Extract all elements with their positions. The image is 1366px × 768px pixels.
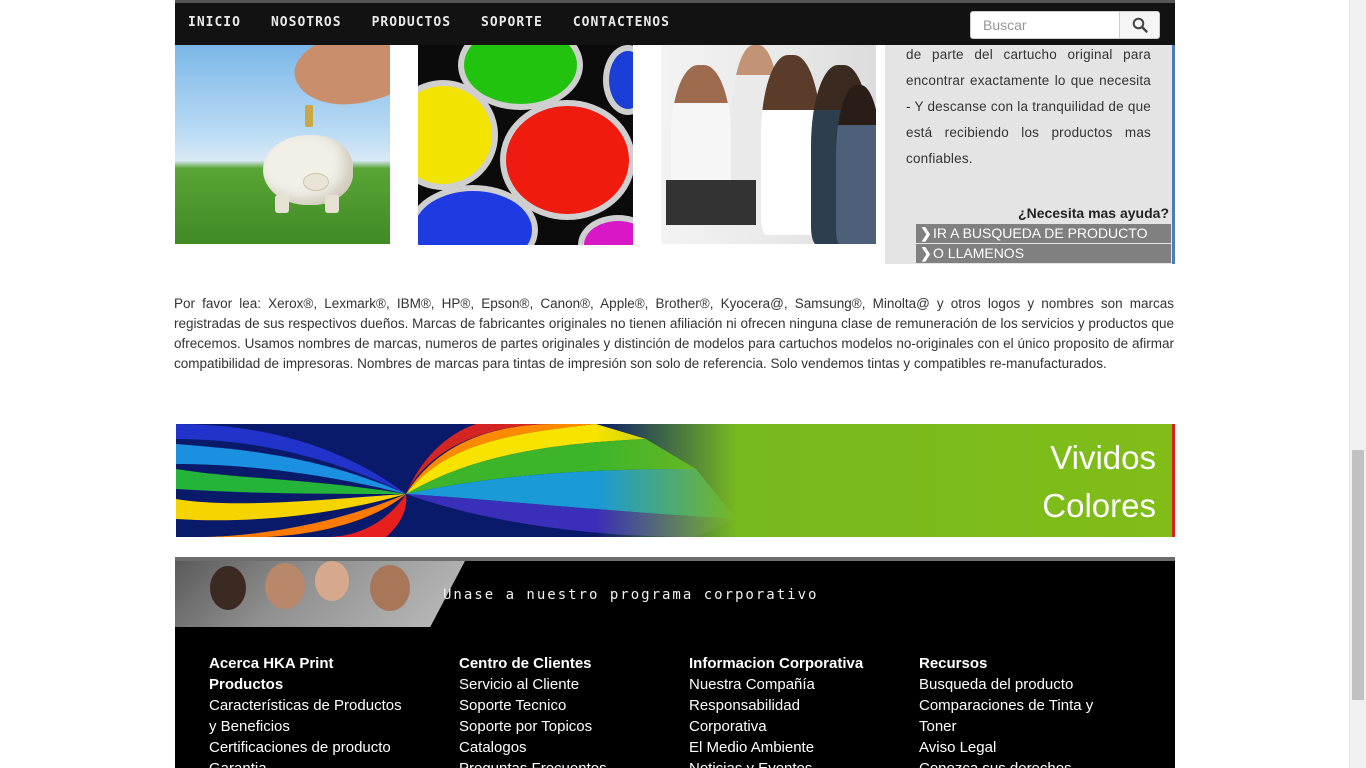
banner-line-1: Vividos: [1050, 439, 1156, 476]
footer-link[interactable]: Comparaciones de Tinta y: [919, 695, 1129, 716]
team-photo: [175, 561, 465, 627]
nav-item-productos[interactable]: PRODUCTOS: [372, 15, 451, 30]
footer-link[interactable]: Certificaciones de producto: [209, 737, 419, 758]
search-button[interactable]: [1119, 11, 1160, 39]
site-footer: Unase a nuestro programa corporativo Ace…: [175, 557, 1175, 768]
purple-paint-shape: [578, 215, 633, 245]
product-search-link-label: IR A BUSQUEDA DE PRODUCTO: [933, 225, 1148, 241]
footer-link[interactable]: Aviso Legal: [919, 737, 1129, 758]
help-title: ¿Necesita mas ayuda?: [1018, 205, 1169, 221]
footer-link[interactable]: Características de Productos: [209, 695, 419, 716]
footer-link[interactable]: Nuestra Compañía: [689, 674, 899, 695]
banner-title: Vividos Colores: [1042, 434, 1156, 530]
corporate-program-banner[interactable]: Unase a nuestro programa corporativo: [175, 561, 1175, 627]
footer-link[interactable]: Soporte por Topicos: [459, 716, 669, 737]
footer-link[interactable]: Garantia: [209, 758, 419, 768]
footer-link[interactable]: y Beneficios: [209, 716, 419, 737]
piggy-leg-shape: [275, 195, 289, 213]
nav-item-soporte[interactable]: SOPORTE: [481, 15, 543, 30]
footer-column-title: Informacion Corporativa: [689, 655, 864, 672]
nav-item-inicio[interactable]: INICIO: [188, 15, 241, 30]
piggy-bank-image: [175, 45, 390, 244]
nav-menu: INICIO NOSOTROS PRODUCTOS SOPORTE CONTAC…: [188, 15, 700, 30]
footer-link[interactable]: Busqueda del producto: [919, 674, 1129, 695]
call-us-link[interactable]: ❯O LLAMENOS: [916, 244, 1171, 263]
footer-link[interactable]: Catalogos: [459, 737, 669, 758]
footer-link[interactable]: Preguntas Frecuentes: [459, 758, 669, 768]
banner-line-2: Colores: [1042, 487, 1156, 524]
footer-column-customers: Centro de Clientes Servicio al Cliente S…: [459, 653, 669, 768]
vertical-scrollbar[interactable]: [1349, 0, 1366, 768]
footer-link[interactable]: Toner: [919, 716, 1129, 737]
coin-shape: [305, 105, 313, 127]
search-input[interactable]: Buscar: [970, 11, 1120, 39]
footer-column-title: Acerca HKA Print: [209, 655, 334, 672]
footer-column-title: Centro de Clientes: [459, 655, 592, 672]
face-shape: [315, 561, 349, 601]
footer-link[interactable]: Conozca sus derechos: [919, 758, 1129, 768]
info-panel: de parte del cartucho original para enco…: [885, 45, 1175, 264]
piggy-leg-shape: [325, 195, 339, 213]
face-shape: [370, 565, 410, 611]
footer-link[interactable]: Servicio al Cliente: [459, 674, 669, 695]
call-us-link-label: O LLAMENOS: [933, 245, 1025, 261]
footer-link[interactable]: El Medio Ambiente: [689, 737, 899, 758]
blue-paint-shape: [603, 45, 633, 115]
trademark-disclaimer: Por favor lea: Xerox®, Lexmark®, IBM®, H…: [174, 296, 1174, 371]
color-swirl-graphic: [176, 424, 736, 537]
search-icon: [1132, 17, 1148, 33]
product-search-link[interactable]: ❯IR A BUSQUEDA DE PRODUCTO: [916, 224, 1171, 243]
footer-column-title: Recursos: [919, 655, 988, 672]
info-text: de parte del cartucho original para enco…: [906, 47, 1151, 166]
vivid-colors-banner[interactable]: Vividos Colores: [176, 424, 1175, 537]
person-shape: [836, 85, 876, 244]
chevron-right-icon: ❯: [920, 225, 932, 241]
footer-link[interactable]: Noticias y Eventos: [689, 758, 899, 768]
footer-link[interactable]: Responsabilidad: [689, 695, 899, 716]
face-shape: [210, 566, 246, 610]
footer-column-corporate: Informacion Corporativa Nuestra Compañía…: [689, 653, 899, 768]
face-shape: [265, 563, 305, 609]
footer-link[interactable]: Corporativa: [689, 716, 899, 737]
monitor-shape: [666, 180, 756, 225]
footer-link[interactable]: Soporte Tecnico: [459, 695, 669, 716]
top-navbar: INICIO NOSOTROS PRODUCTOS SOPORTE CONTAC…: [175, 0, 1175, 45]
hand-shape: [287, 45, 390, 119]
paint-cans-image: [418, 45, 633, 245]
footer-link-productos[interactable]: Productos: [209, 674, 419, 695]
nav-item-contactenos[interactable]: CONTACTENOS: [573, 15, 670, 30]
call-center-image: [661, 45, 876, 244]
scrollbar-thumb[interactable]: [1352, 450, 1364, 700]
footer-column-resources: Recursos Busqueda del producto Comparaci…: [919, 653, 1129, 768]
footer-column-about: Acerca HKA Print Productos Característic…: [209, 653, 419, 768]
nav-item-nosotros[interactable]: NOSOTROS: [271, 15, 342, 30]
chevron-right-icon: ❯: [920, 245, 932, 261]
corporate-program-text: Unase a nuestro programa corporativo: [443, 587, 819, 603]
piggy-snout-shape: [303, 173, 329, 191]
